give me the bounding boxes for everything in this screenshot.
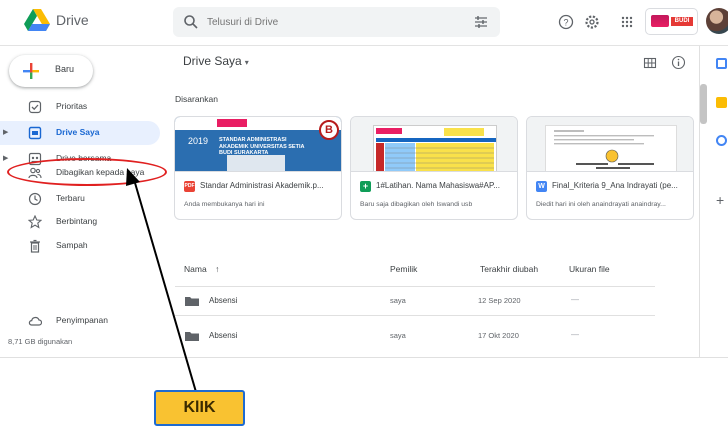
column-header-modified[interactable]: Terakhir diubah: [480, 264, 538, 274]
suggested-file-card[interactable]: B 2019 STANDAR ADMINISTRASI AKADEMIK UNI…: [174, 116, 342, 220]
apps-grid-icon[interactable]: [619, 14, 635, 30]
page-title[interactable]: Drive Saya ▾: [183, 54, 249, 68]
sidebar-item-label: Berbintang: [56, 216, 98, 226]
settings-gear-icon[interactable]: [584, 14, 600, 30]
suggested-file-card[interactable]: W Final_Kriteria 9_Ana Indrayati (pe... …: [526, 116, 694, 220]
my-drive-icon: [28, 126, 42, 140]
file-modified: 17 Okt 2020: [478, 331, 519, 340]
divider: [175, 315, 655, 316]
search-input[interactable]: [207, 13, 457, 31]
calendar-icon[interactable]: [716, 58, 727, 69]
trash-icon: [30, 239, 40, 253]
new-button[interactable]: Baru: [9, 55, 93, 87]
file-owner: saya: [390, 296, 406, 305]
info-icon[interactable]: [671, 55, 686, 70]
column-header-size[interactable]: Ukuran file: [569, 264, 610, 274]
sidebar-item-starred[interactable]: Berbintang: [0, 210, 160, 234]
file-owner: saya: [390, 331, 406, 340]
star-icon: [28, 215, 42, 229]
table-row[interactable]: Absensi saya 17 Okt 2020 —: [175, 323, 655, 349]
column-header-name[interactable]: Nama ↑: [184, 264, 219, 274]
thumbnail-text: STANDAR ADMINISTRASI AKADEMIK UNIVERSITA…: [219, 137, 305, 156]
suggested-file-card[interactable]: + 1#Latihan. Nama Mahasiswa#AP... Baru s…: [350, 116, 518, 220]
thumbnail-logo: [217, 119, 247, 127]
thumbnail-seal: B: [319, 120, 339, 140]
top-bar: Drive ?: [0, 0, 728, 46]
expand-caret-icon[interactable]: ▶: [3, 128, 8, 136]
thumbnail-year: 2019: [188, 136, 209, 146]
sheets-file-icon: +: [360, 181, 371, 192]
organization-logo[interactable]: BUDI: [645, 8, 698, 35]
storage-usage-text: 8,71 GB digunakan: [8, 337, 73, 346]
sidebar-item-priority[interactable]: Prioritas: [0, 95, 160, 119]
sidebar-item-label: Penyimpanan: [56, 315, 108, 325]
spreadsheet-preview: [373, 125, 497, 171]
sidebar-item-label: Drive Saya: [56, 127, 100, 137]
pdf-file-icon: PDF: [184, 181, 195, 192]
file-name: Absensi: [209, 331, 238, 340]
search-icon[interactable]: [183, 14, 199, 30]
file-activity: Diedit hari ini oleh anaindrayati anaind…: [536, 201, 666, 208]
file-thumbnail: [351, 117, 517, 172]
keep-icon[interactable]: [716, 97, 727, 108]
file-activity: Anda membukanya hari ini: [184, 201, 265, 208]
sort-arrow-icon[interactable]: ↑: [215, 264, 219, 274]
tasks-icon[interactable]: [716, 135, 727, 146]
highlight-ellipse: [7, 158, 167, 186]
new-button-label: Baru: [55, 64, 75, 74]
svg-text:?: ?: [563, 18, 568, 28]
scrollbar-thumb[interactable]: [700, 84, 707, 124]
page-title-text: Drive Saya: [183, 54, 242, 68]
sidebar-item-label: Prioritas: [56, 101, 88, 111]
add-addon-icon[interactable]: +: [716, 192, 724, 208]
org-logo-text: BUDI: [671, 17, 693, 26]
org-logo-mark: [651, 15, 669, 27]
column-header-name-label: Nama: [184, 264, 207, 274]
sidebar-item-trash[interactable]: Sampah: [0, 234, 160, 258]
drive-logo-icon[interactable]: [24, 9, 50, 33]
file-title: Standar Administrasi Akademik.p...: [200, 181, 324, 190]
sidebar-item-recent[interactable]: Terbaru: [0, 187, 160, 211]
search-bar[interactable]: [173, 7, 500, 37]
clock-icon: [28, 192, 42, 206]
file-thumbnail: [527, 117, 693, 172]
plus-icon: [23, 63, 39, 79]
sidebar-item-my-drive[interactable]: ▶ Drive Saya: [0, 121, 160, 145]
file-size: —: [571, 295, 579, 304]
file-size: —: [571, 330, 579, 339]
cloud-icon: [28, 316, 42, 326]
document-preview: [545, 125, 677, 171]
brand-name[interactable]: Drive: [56, 12, 89, 28]
file-title: 1#Latihan. Nama Mahasiswa#AP...: [376, 181, 500, 190]
search-options-icon[interactable]: [474, 15, 488, 29]
divider: [175, 286, 655, 287]
grid-view-icon[interactable]: [643, 56, 657, 70]
click-instruction-label: KlIK: [154, 390, 245, 426]
help-icon[interactable]: ?: [558, 14, 574, 30]
account-avatar[interactable]: [706, 8, 728, 34]
priority-icon: [28, 100, 42, 114]
thumbnail-building: [227, 155, 285, 171]
file-name: Absensi: [209, 296, 238, 305]
file-thumbnail: B 2019 STANDAR ADMINISTRASI AKADEMIK UNI…: [175, 117, 341, 172]
folder-icon: [185, 297, 199, 306]
sidebar-item-storage[interactable]: Penyimpanan: [0, 309, 160, 333]
table-row[interactable]: Absensi saya 12 Sep 2020 —: [175, 288, 655, 314]
sidebar-item-label: Terbaru: [56, 193, 85, 203]
suggested-section-label: Disarankan: [175, 94, 218, 104]
sidebar-item-label: Sampah: [56, 240, 88, 250]
word-file-icon: W: [536, 181, 547, 192]
file-title: Final_Kriteria 9_Ana Indrayati (pe...: [552, 181, 678, 190]
thumbnail-top-strip: [175, 117, 341, 130]
column-header-owner[interactable]: Pemilik: [390, 264, 417, 274]
folder-icon: [185, 332, 199, 341]
file-activity: Baru saja dibagikan oleh Iswandi usb: [360, 201, 473, 208]
file-modified: 12 Sep 2020: [478, 296, 521, 305]
chevron-down-icon[interactable]: ▾: [245, 58, 249, 67]
